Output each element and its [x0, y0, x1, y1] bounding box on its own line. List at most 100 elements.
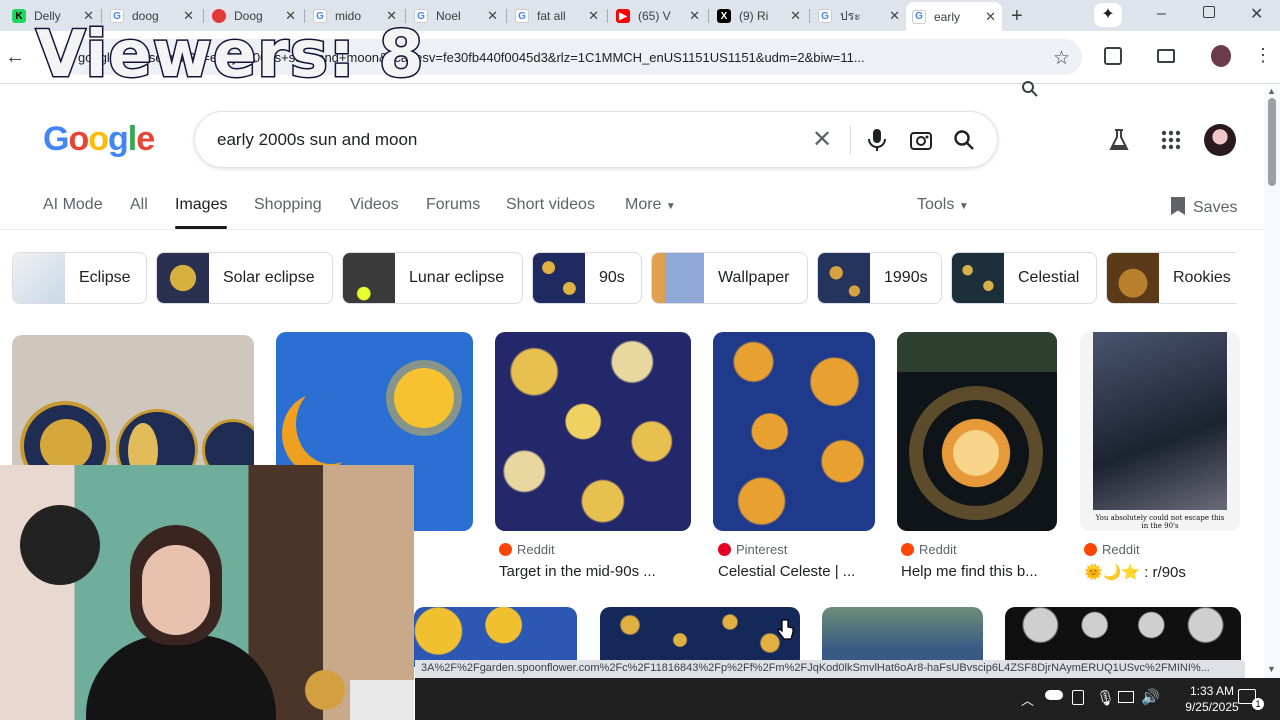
chip-thumb	[343, 253, 395, 303]
image-result-7[interactable]	[414, 607, 577, 667]
image-result-6[interactable]: You absolutely could not escape this in …	[1080, 332, 1240, 531]
close-icon[interactable]: ✕	[889, 8, 900, 24]
onedrive-cloud-icon[interactable]	[1045, 690, 1063, 700]
chip-thumb	[652, 253, 704, 303]
tab-search-icon[interactable]	[1157, 49, 1175, 63]
chip-eclipse[interactable]: Eclipse	[12, 252, 147, 304]
lens-camera-icon[interactable]	[909, 129, 933, 151]
close-icon[interactable]: ✕	[985, 9, 996, 25]
sun	[394, 368, 454, 428]
image-result-10[interactable]	[1005, 607, 1241, 667]
google-logo[interactable]: Google	[43, 120, 155, 159]
google-icon: G	[912, 9, 926, 24]
chevron-up-icon[interactable]: ︿	[1021, 690, 1034, 709]
tab-early-active[interactable]: Gearly ✕	[906, 2, 1002, 31]
nav-more[interactable]: More ▼	[625, 196, 676, 214]
image-result-5[interactable]	[897, 332, 1057, 531]
result-source[interactable]: Reddit	[1084, 542, 1140, 557]
chip-celestial[interactable]: Celestial	[951, 252, 1097, 304]
clock[interactable]: 1:33 AM 9/25/2025	[1177, 683, 1247, 715]
result-caption[interactable]: Celestial Celeste | ...	[718, 563, 855, 580]
image-result-3[interactable]	[495, 332, 691, 531]
tools-button[interactable]: Tools ▼	[917, 196, 969, 214]
clock-date: 9/25/2025	[1185, 700, 1239, 714]
close-icon[interactable]: ✕	[689, 8, 700, 24]
divider	[850, 126, 851, 154]
microphone-pop-filter	[20, 505, 100, 585]
person-face	[142, 545, 210, 635]
search-icon[interactable]	[953, 129, 975, 151]
nav-all[interactable]: All	[130, 196, 148, 214]
chip-90s[interactable]: 90s	[532, 252, 642, 304]
result-caption[interactable]: Target in the mid-90s ...	[499, 563, 656, 580]
tab-fat-all[interactable]: Gfat all ✕	[509, 4, 605, 28]
nav-shopping[interactable]: Shopping	[254, 196, 322, 214]
chip-rookies[interactable]: Rookies	[1106, 252, 1237, 304]
gemini-icon[interactable]: ✦	[1094, 3, 1122, 27]
microphone-tray-icon[interactable]: 🎙	[1096, 689, 1115, 707]
image-result-4[interactable]	[713, 332, 875, 531]
viewers-count-overlay: Viewers: 8	[34, 17, 425, 94]
link-status-bar: 3A%2F%2Fgarden.spoonflower.com%2Fc%2F118…	[415, 660, 1245, 678]
restore-icon[interactable]	[1203, 6, 1215, 18]
windows-taskbar: ︿ 🎙 🔊 1:33 AM 9/25/2025 1	[415, 678, 1280, 720]
saves-button[interactable]: Saves	[1171, 197, 1237, 217]
close-icon[interactable]: ✕	[487, 8, 498, 24]
bookmark-star-icon[interactable]: ☆	[1053, 47, 1070, 70]
close-icon[interactable]: ✕	[790, 8, 801, 24]
close-window-icon[interactable]: ✕	[1250, 4, 1263, 24]
clear-icon[interactable]: ✕	[812, 125, 832, 154]
chip-lunar-eclipse[interactable]: Lunar eclipse	[342, 252, 523, 304]
nav-more-label: More	[625, 196, 662, 213]
labs-flask-icon[interactable]	[1108, 128, 1130, 152]
microphone-icon[interactable]	[866, 128, 888, 152]
nav-images[interactable]: Images	[175, 196, 227, 214]
scrollbar-thumb[interactable]	[1268, 98, 1276, 186]
tab-google-thai[interactable]: G ประ ✕	[812, 4, 906, 28]
account-avatar[interactable]	[1204, 124, 1236, 156]
profile-avatar[interactable]	[1211, 45, 1231, 67]
result-source[interactable]: Pinterest	[718, 542, 787, 557]
chip-thumb	[1107, 253, 1159, 303]
result-source[interactable]: Reddit	[901, 542, 957, 557]
chip-1990s[interactable]: 1990s	[817, 252, 942, 304]
search-box[interactable]: early 2000s sun and moon ✕	[194, 111, 998, 168]
extensions-icon[interactable]	[1104, 47, 1122, 65]
scroll-up-icon[interactable]: ▲	[1267, 86, 1276, 96]
device-icon[interactable]	[1072, 690, 1084, 705]
chip-solar-eclipse[interactable]: Solar eclipse	[156, 252, 333, 304]
caret-down-icon: ▼	[958, 201, 969, 212]
result-caption[interactable]: Help me find this b...	[901, 563, 1038, 580]
close-icon[interactable]: ✕	[588, 8, 599, 24]
apps-grid-icon[interactable]	[1161, 130, 1181, 150]
scroll-down-icon[interactable]: ▼	[1267, 664, 1276, 674]
menu-kebab-icon[interactable]: ⋮	[1254, 45, 1272, 66]
clock-time: 1:33 AM	[1189, 684, 1235, 698]
reddit-icon	[499, 543, 512, 556]
result-source[interactable]: Reddit	[499, 542, 555, 557]
nav-ai-mode[interactable]: AI Mode	[43, 196, 103, 214]
chip-thumb	[157, 253, 209, 303]
network-icon[interactable]	[1118, 691, 1134, 703]
poster-caption: You absolutely could not escape this in …	[1095, 514, 1225, 530]
tab-x[interactable]: X (9) Ri ✕	[711, 4, 807, 28]
image-result-8[interactable]	[600, 607, 800, 667]
result-caption[interactable]: 🌞🌙⭐ : r/90s	[1084, 563, 1186, 581]
nav-forums[interactable]: Forums	[426, 196, 480, 214]
nav-videos[interactable]: Videos	[350, 196, 399, 214]
search-input[interactable]: early 2000s sun and moon	[217, 130, 417, 150]
nav-short-videos[interactable]: Short videos	[506, 196, 595, 214]
image-result-9[interactable]	[822, 607, 983, 667]
duck-toy	[305, 670, 345, 710]
tab-youtube[interactable]: ▶ (65) V ✕	[610, 4, 706, 28]
zoom-icon[interactable]	[1021, 80, 1039, 98]
pinterest-icon	[718, 543, 731, 556]
notification-count: 1	[1252, 698, 1264, 710]
new-tab-icon[interactable]: +	[1011, 5, 1023, 28]
chip-thumb	[533, 253, 585, 303]
back-arrow-icon[interactable]: ←	[5, 46, 25, 69]
minimize-icon[interactable]: –	[1157, 5, 1166, 23]
hand-cursor-icon	[777, 619, 794, 640]
volume-icon[interactable]: 🔊	[1141, 688, 1160, 706]
chip-wallpaper[interactable]: Wallpaper	[651, 252, 808, 304]
